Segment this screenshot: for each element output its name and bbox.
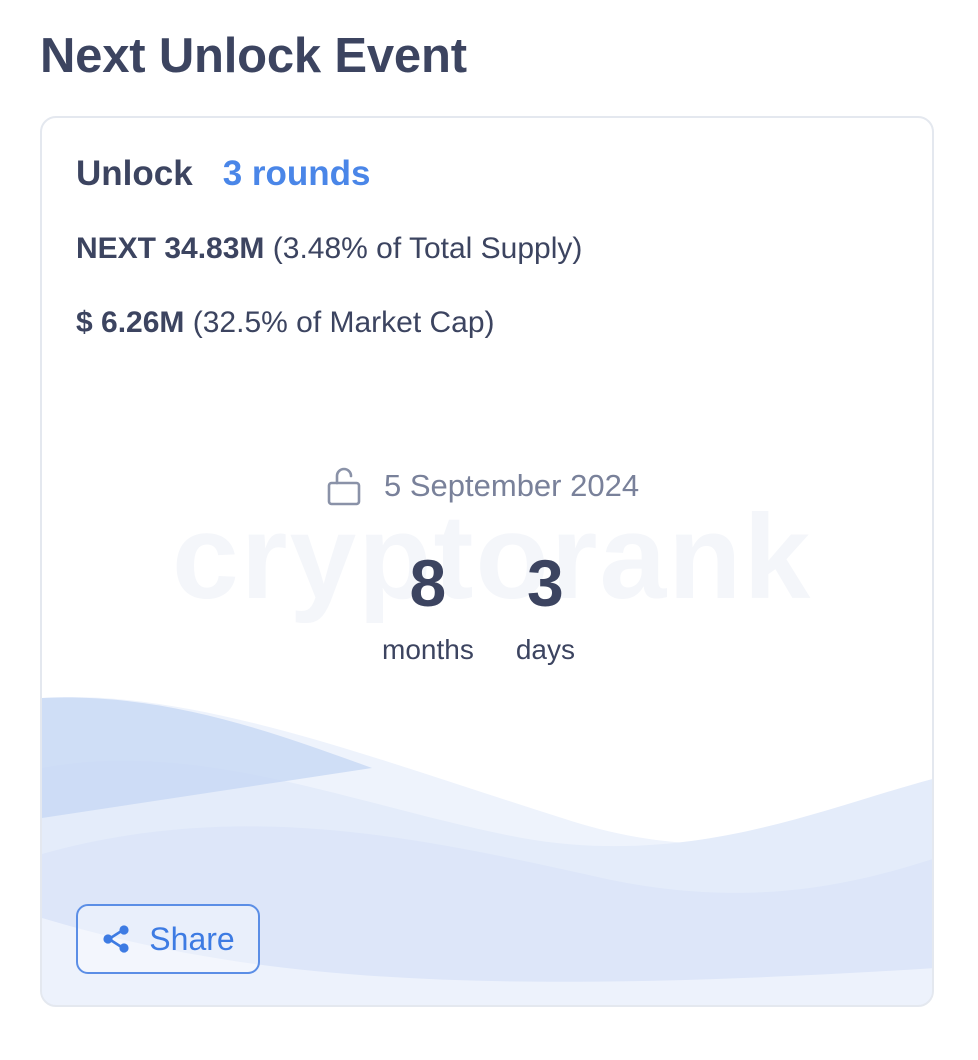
unlock-date-row: 5 September 2024 xyxy=(326,466,639,506)
countdown-months: 8 months xyxy=(382,550,474,666)
countdown-days: 3 days xyxy=(516,550,575,666)
unlock-card: Unlock 3 rounds NEXT 34.83M (3.48% of To… xyxy=(40,116,934,1007)
countdown-days-label: days xyxy=(515,634,575,665)
countdown: 8 months 3 days xyxy=(382,550,575,666)
countdown-days-value: 3 xyxy=(527,546,564,620)
share-icon xyxy=(101,923,133,955)
unlock-label: Unlock xyxy=(76,154,193,193)
market-cap-amount: $ 6.26M xyxy=(76,306,185,339)
supply-detail: (3.48% of Total Supply) xyxy=(272,232,583,265)
share-button[interactable]: Share xyxy=(76,904,260,974)
unlock-date: 5 September 2024 xyxy=(384,468,640,503)
supply-line: NEXT 34.83M (3.48% of Total Supply) xyxy=(76,232,582,266)
market-cap-detail: (32.5% of Market Cap) xyxy=(192,306,495,339)
market-cap-line: $ 6.26M (32.5% of Market Cap) xyxy=(76,306,495,340)
countdown-months-label: months xyxy=(382,634,474,665)
page-title: Next Unlock Event xyxy=(40,29,467,83)
supply-amount: NEXT 34.83M xyxy=(76,232,265,265)
share-label: Share xyxy=(149,920,235,957)
card-header: Unlock 3 rounds xyxy=(76,154,371,194)
rounds-link[interactable]: 3 rounds xyxy=(223,154,371,194)
countdown-months-value: 8 xyxy=(409,546,447,620)
lock-open-icon xyxy=(326,466,362,506)
